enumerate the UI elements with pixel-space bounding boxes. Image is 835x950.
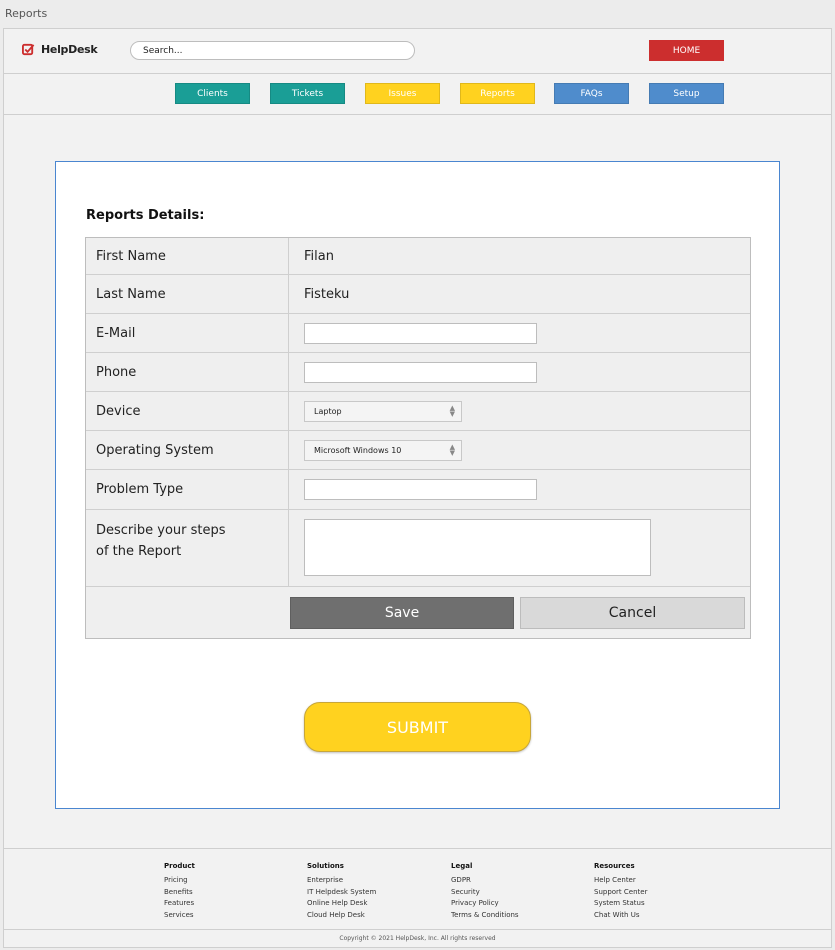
last-name-value: Fisteku [304,286,350,302]
problem-type-cell [289,470,750,509]
phone-cell [289,353,750,391]
footer-column-legal: Legal GDPR Security Privacy Policy Terms… [451,862,519,922]
footer-heading: Legal [451,862,473,870]
footer-link[interactable]: Cloud Help Desk [307,911,376,919]
footer: Product Pricing Benefits Features Servic… [4,848,831,930]
footer-link[interactable]: IT Helpdesk System [307,888,376,896]
device-select[interactable]: Laptop ▲ ▼ [304,400,462,422]
report-form: First Name Filan Last Name Fisteku E-Mai… [85,237,751,639]
search-input[interactable] [130,41,415,60]
nav-bar: Clients Tickets Issues Reports FAQs Setu… [4,74,831,115]
steps-label: Describe your steps of the Report [86,510,289,586]
steps-textarea[interactable] [304,519,651,576]
row-device: Device Laptop ▲ ▼ [86,392,750,431]
updown-arrows-icon: ▲ ▼ [449,404,455,418]
footer-heading: Solutions [307,862,344,870]
nav-reports[interactable]: Reports [460,83,535,104]
nav-setup[interactable]: Setup [649,83,724,104]
save-button[interactable]: Save [290,596,514,629]
footer-link[interactable]: GDPR [451,876,519,884]
nav-tickets[interactable]: Tickets [270,83,345,104]
row-last-name: Last Name Fisteku [86,275,750,314]
footer-link[interactable]: Pricing [164,876,195,884]
footer-heading: Product [164,862,195,870]
os-cell: Microsoft Windows 10 ▲ ▼ [289,431,750,469]
problem-type-label: Problem Type [86,470,289,509]
os-selected-value: Microsoft Windows 10 [314,445,402,455]
row-first-name: First Name Filan [86,238,750,275]
row-os: Operating System Microsoft Windows 10 ▲ ▼ [86,431,750,470]
nav-faqs[interactable]: FAQs [554,83,629,104]
footer-link[interactable]: Features [164,899,195,907]
footer-link[interactable]: Terms & Conditions [451,911,519,919]
footer-link[interactable]: Help Center [594,876,647,884]
checkbox-logo-icon [22,43,35,56]
footer-link[interactable]: Privacy Policy [451,899,519,907]
section-title: Reports Details: [86,208,205,223]
footer-link[interactable]: Online Help Desk [307,899,376,907]
steps-cell [289,510,750,586]
problem-type-field[interactable] [304,479,537,500]
footer-link[interactable]: Enterprise [307,876,376,884]
app-frame: HelpDesk HOME Clients Tickets Issues Rep… [3,28,832,948]
first-name-label: First Name [86,238,289,274]
row-problem-type: Problem Type [86,470,750,510]
device-cell: Laptop ▲ ▼ [289,392,750,430]
footer-heading: Resources [594,862,635,870]
window-title: Reports [5,7,48,20]
updown-arrows-icon: ▲ ▼ [449,443,455,457]
logo-text: HelpDesk [41,43,98,56]
device-selected-value: Laptop [314,406,342,416]
nav-issues[interactable]: Issues [365,83,440,104]
device-label: Device [86,392,289,430]
row-email: E-Mail [86,314,750,353]
phone-field[interactable] [304,361,537,383]
os-label: Operating System [86,431,289,469]
footer-column-solutions: Solutions Enterprise IT Helpdesk System … [307,862,376,922]
steps-label-line-2: of the Report [96,544,182,559]
footer-link[interactable]: Benefits [164,888,195,896]
top-bar: HelpDesk HOME [4,29,831,74]
os-select[interactable]: Microsoft Windows 10 ▲ ▼ [304,439,462,461]
footer-column-product: Product Pricing Benefits Features Servic… [164,862,195,922]
form-actions: Save Cancel [86,587,750,638]
footer-column-resources: Resources Help Center Support Center Sys… [594,862,647,922]
nav-clients[interactable]: Clients [175,83,250,104]
footer-link[interactable]: Chat With Us [594,911,647,919]
last-name-label: Last Name [86,275,289,313]
home-button[interactable]: HOME [649,40,724,61]
cancel-button[interactable]: Cancel [520,596,745,629]
footer-link[interactable]: System Status [594,899,647,907]
email-cell [289,314,750,352]
row-phone: Phone [86,353,750,392]
first-name-value: Filan [304,248,334,264]
copyright: Copyright © 2021 HelpDesk, Inc. All righ… [4,929,831,947]
row-steps: Describe your steps of the Report [86,510,750,587]
phone-label: Phone [86,353,289,391]
steps-label-line-1: Describe your steps [96,523,226,538]
footer-link[interactable]: Security [451,888,519,896]
report-card: Reports Details: First Name Filan Last N… [55,161,780,809]
footer-link[interactable]: Services [164,911,195,919]
submit-button[interactable]: SUBMIT [304,702,531,752]
logo[interactable]: HelpDesk [22,43,98,56]
email-field[interactable] [304,322,537,344]
email-label: E-Mail [86,314,289,352]
footer-link[interactable]: Support Center [594,888,647,896]
